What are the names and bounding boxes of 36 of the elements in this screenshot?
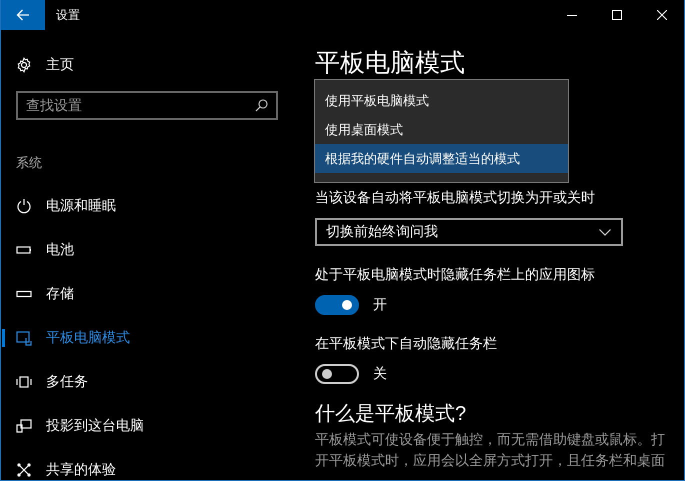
close-icon (656, 10, 666, 20)
search-field[interactable]: 查找设置 (16, 91, 278, 120)
menu-option[interactable]: 使用平板电脑模式 (315, 86, 568, 115)
toggle-switch[interactable] (315, 295, 359, 315)
nav-item[interactable]: 电源和睡眠 (1, 184, 251, 228)
setting-label: 在平板模式下自动隐藏任务栏 (315, 335, 497, 353)
nav-item[interactable]: 多任务 (1, 360, 251, 404)
dropdown[interactable]: 切换前始终询问我 (315, 218, 623, 246)
nav-item[interactable]: 共享的体验 (1, 448, 251, 480)
nav-item[interactable]: 电池 (1, 228, 251, 272)
menu-option[interactable]: 根据我的硬件自动调整适当的模式 (315, 144, 568, 173)
shared-network-icon (16, 462, 32, 478)
nav-item[interactable]: 投影到这台电脑 (1, 404, 251, 448)
search-icon (255, 99, 268, 112)
page-title: 平板电脑模式 (315, 48, 465, 79)
window-title: 设置 (56, 6, 81, 24)
section-heading: 系统 (16, 154, 42, 172)
menu-option[interactable]: 使用桌面模式 (315, 115, 568, 144)
settings-icon (16, 57, 32, 73)
projector-screen-icon (16, 418, 32, 434)
nav-item[interactable]: 平板电脑模式 (1, 316, 251, 360)
section-heading: 什么是平板模式? (315, 402, 466, 427)
home-link[interactable]: 主页 (16, 49, 74, 81)
minimize-icon (566, 14, 576, 16)
power-icon (16, 198, 32, 214)
setting-label: 当该设备自动将平板电脑模式切换为开或关时 (315, 189, 595, 207)
nav-item[interactable]: 存储 (1, 272, 251, 316)
chevron-down-icon (599, 228, 611, 236)
toggle-state-label: 开 (373, 296, 387, 314)
tablet-touch-icon (16, 330, 32, 346)
maximize-icon (612, 10, 622, 20)
back-arrow-icon (16, 9, 30, 21)
multitask-icon (16, 374, 32, 390)
setting-label: 处于平板电脑模式时隐藏任务栏上的应用图标 (315, 266, 595, 284)
toggle-state-label: 关 (373, 365, 387, 383)
description-text: 平板模式可使设备便于触控，而无需借助键盘或鼠标。打开平板模式时，应用会以全屏方式打开，且任务栏和桌面 (315, 430, 666, 470)
